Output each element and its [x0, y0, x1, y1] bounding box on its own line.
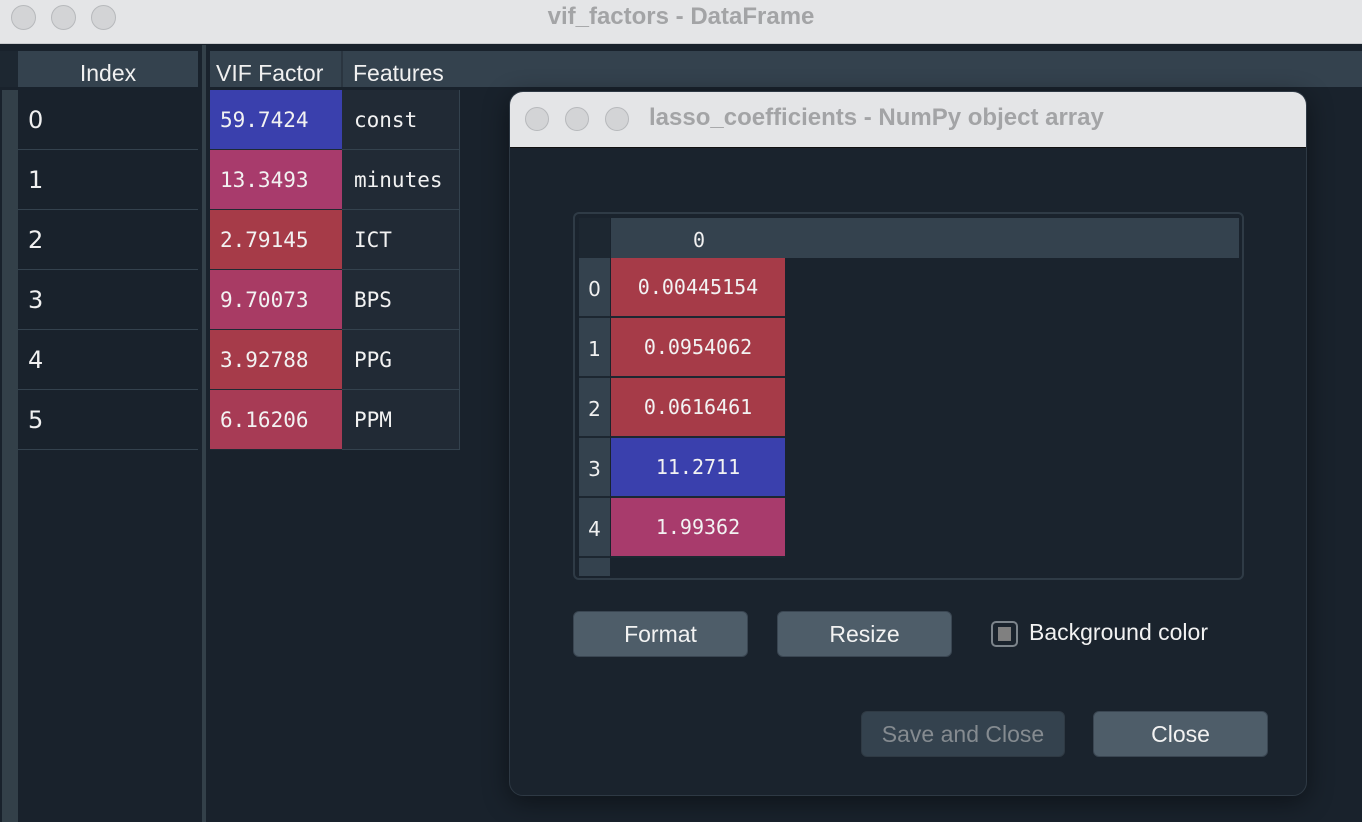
index-column: 0 1 2 3 4 5	[18, 90, 198, 450]
array-values-column: 0.00445154 0.0954062 0.0616461 11.2711 1…	[611, 258, 785, 558]
array-row-header[interactable]: 2	[579, 378, 610, 438]
feature-cell[interactable]: PPM	[342, 390, 460, 450]
dialog-minimize-window-button[interactable]	[565, 107, 589, 131]
dialog-title: lasso_coefficients - NumPy object array	[649, 104, 1104, 131]
vif-cell[interactable]: 2.79145	[210, 210, 342, 270]
array-cell[interactable]: 11.2711	[611, 438, 785, 498]
table-row: 2.79145 ICT	[210, 210, 460, 270]
index-cell[interactable]: 5	[18, 390, 198, 450]
feature-cell[interactable]: const	[342, 90, 460, 150]
array-cell[interactable]: 0.00445154	[611, 258, 785, 318]
column-header-row: VIF Factor Features	[210, 51, 1362, 87]
index-header[interactable]: Index	[18, 51, 198, 87]
array-row-header[interactable]: 3	[579, 438, 610, 498]
feature-cell[interactable]: minutes	[342, 150, 460, 210]
column-header-vif-factor[interactable]: VIF Factor	[210, 51, 343, 87]
index-corner	[0, 51, 18, 87]
array-row-header-filler	[579, 558, 610, 576]
background-color-checkbox[interactable]	[991, 621, 1018, 647]
table-row: 13.3493 minutes	[210, 150, 460, 210]
background-color-label[interactable]: Background color	[1029, 619, 1208, 646]
vif-cell[interactable]: 9.70073	[210, 270, 342, 330]
data-table: 59.7424 const 13.3493 minutes 2.79145 IC…	[210, 90, 460, 450]
index-gutter	[2, 90, 18, 822]
index-cell[interactable]: 4	[18, 330, 198, 390]
index-cell[interactable]: 3	[18, 270, 198, 330]
table-row: 3.92788 PPG	[210, 330, 460, 390]
array-row-header[interactable]: 1	[579, 318, 610, 378]
index-cell[interactable]: 2	[18, 210, 198, 270]
array-row-headers: 0 1 2 3 4	[579, 258, 610, 576]
dialog-zoom-window-button[interactable]	[605, 107, 629, 131]
array-cell[interactable]: 0.0954062	[611, 318, 785, 378]
dialog-titlebar[interactable]: lasso_coefficients - NumPy object array	[510, 92, 1306, 148]
array-editor-dialog: lasso_coefficients - NumPy object array …	[509, 91, 1307, 796]
array-cell[interactable]: 1.99362	[611, 498, 785, 558]
checkbox-partial-indicator-icon	[998, 627, 1011, 641]
array-column-header-row: 0	[611, 218, 1239, 258]
format-button[interactable]: Format	[573, 611, 748, 657]
column-header-features[interactable]: Features	[345, 51, 465, 87]
table-row: 6.16206 PPM	[210, 390, 460, 450]
vif-cell[interactable]: 6.16206	[210, 390, 342, 450]
vif-cell[interactable]: 13.3493	[210, 150, 342, 210]
resize-button[interactable]: Resize	[777, 611, 952, 657]
index-cell[interactable]: 1	[18, 150, 198, 210]
window-title: vif_factors - DataFrame	[547, 3, 815, 30]
vif-cell[interactable]: 3.92788	[210, 330, 342, 390]
close-button[interactable]: Close	[1093, 711, 1268, 757]
main-titlebar: vif_factors - DataFrame	[0, 0, 1362, 44]
feature-cell[interactable]: ICT	[342, 210, 460, 270]
array-corner	[579, 218, 610, 258]
index-cell[interactable]: 0	[18, 90, 198, 150]
vif-cell[interactable]: 59.7424	[210, 90, 342, 150]
save-and-close-button[interactable]: Save and Close	[861, 711, 1065, 757]
array-row-header[interactable]: 0	[579, 258, 610, 318]
feature-cell[interactable]: BPS	[342, 270, 460, 330]
table-row: 9.70073 BPS	[210, 270, 460, 330]
array-row-header[interactable]: 4	[579, 498, 610, 558]
dialog-close-window-button[interactable]	[525, 107, 549, 131]
array-grid: 0 0 1 2 3 4 0.00445154 0.0954062 0.06164…	[573, 212, 1244, 580]
feature-cell[interactable]: PPG	[342, 330, 460, 390]
panel-splitter[interactable]	[202, 45, 206, 822]
array-column-header[interactable]: 0	[611, 218, 787, 262]
table-row: 59.7424 const	[210, 90, 460, 150]
array-cell[interactable]: 0.0616461	[611, 378, 785, 438]
